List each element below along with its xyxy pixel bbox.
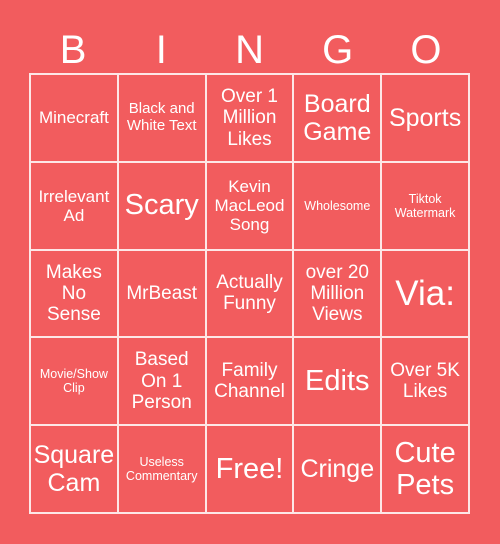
bingo-cell[interactable]: Minecraft bbox=[30, 74, 118, 162]
header-letter-b: B bbox=[59, 28, 87, 72]
bingo-cell[interactable]: Via: bbox=[381, 249, 469, 338]
bingo-cell[interactable]: Wholesome bbox=[293, 161, 382, 250]
header-letter-g: G bbox=[322, 28, 354, 72]
bingo-cell[interactable]: Tiktok Watermark bbox=[381, 161, 469, 250]
bingo-cell[interactable]: Actually Funny bbox=[205, 249, 294, 338]
bingo-cell[interactable]: Cute Pets bbox=[381, 425, 469, 513]
bingo-cell[interactable]: MrBeast bbox=[117, 249, 206, 338]
bingo-cell[interactable]: Board Game bbox=[293, 74, 382, 162]
bingo-cell[interactable]: Over 5K Likes bbox=[381, 337, 469, 426]
bingo-cell[interactable]: Irrelevant Ad bbox=[30, 161, 118, 250]
header-letter-n: N bbox=[235, 28, 264, 72]
bingo-cell[interactable]: Kevin MacLeod Song bbox=[205, 161, 294, 250]
header-letter-i: I bbox=[155, 28, 167, 72]
bingo-cell[interactable]: Movie/Show Clip bbox=[30, 337, 118, 426]
bingo-card: Minecraft Black and White Text Over 1 Mi… bbox=[29, 73, 470, 514]
bingo-cell[interactable]: Scary bbox=[117, 161, 206, 250]
bingo-cell[interactable]: Sports bbox=[381, 74, 469, 162]
bingo-cell[interactable]: Over 1 Million Likes bbox=[205, 74, 294, 162]
bingo-cell[interactable]: Makes No Sense bbox=[30, 249, 118, 338]
bingo-cell[interactable]: over 20 Million Views bbox=[293, 249, 382, 338]
bingo-cell[interactable]: Useless Commentary bbox=[117, 425, 206, 513]
bingo-cell[interactable]: Family Channel bbox=[205, 337, 294, 426]
bingo-cell[interactable]: Based On 1 Person bbox=[117, 337, 206, 426]
bingo-cell[interactable]: Square Cam bbox=[30, 425, 118, 513]
header-letter-o: O bbox=[410, 28, 442, 72]
bingo-cell[interactable]: Black and White Text bbox=[117, 74, 206, 162]
bingo-cell[interactable]: Edits bbox=[293, 337, 382, 426]
bingo-header: B I N G O bbox=[29, 28, 470, 72]
bingo-cell[interactable]: Cringe bbox=[293, 425, 382, 513]
bingo-cell-free[interactable]: Free! bbox=[205, 425, 294, 513]
